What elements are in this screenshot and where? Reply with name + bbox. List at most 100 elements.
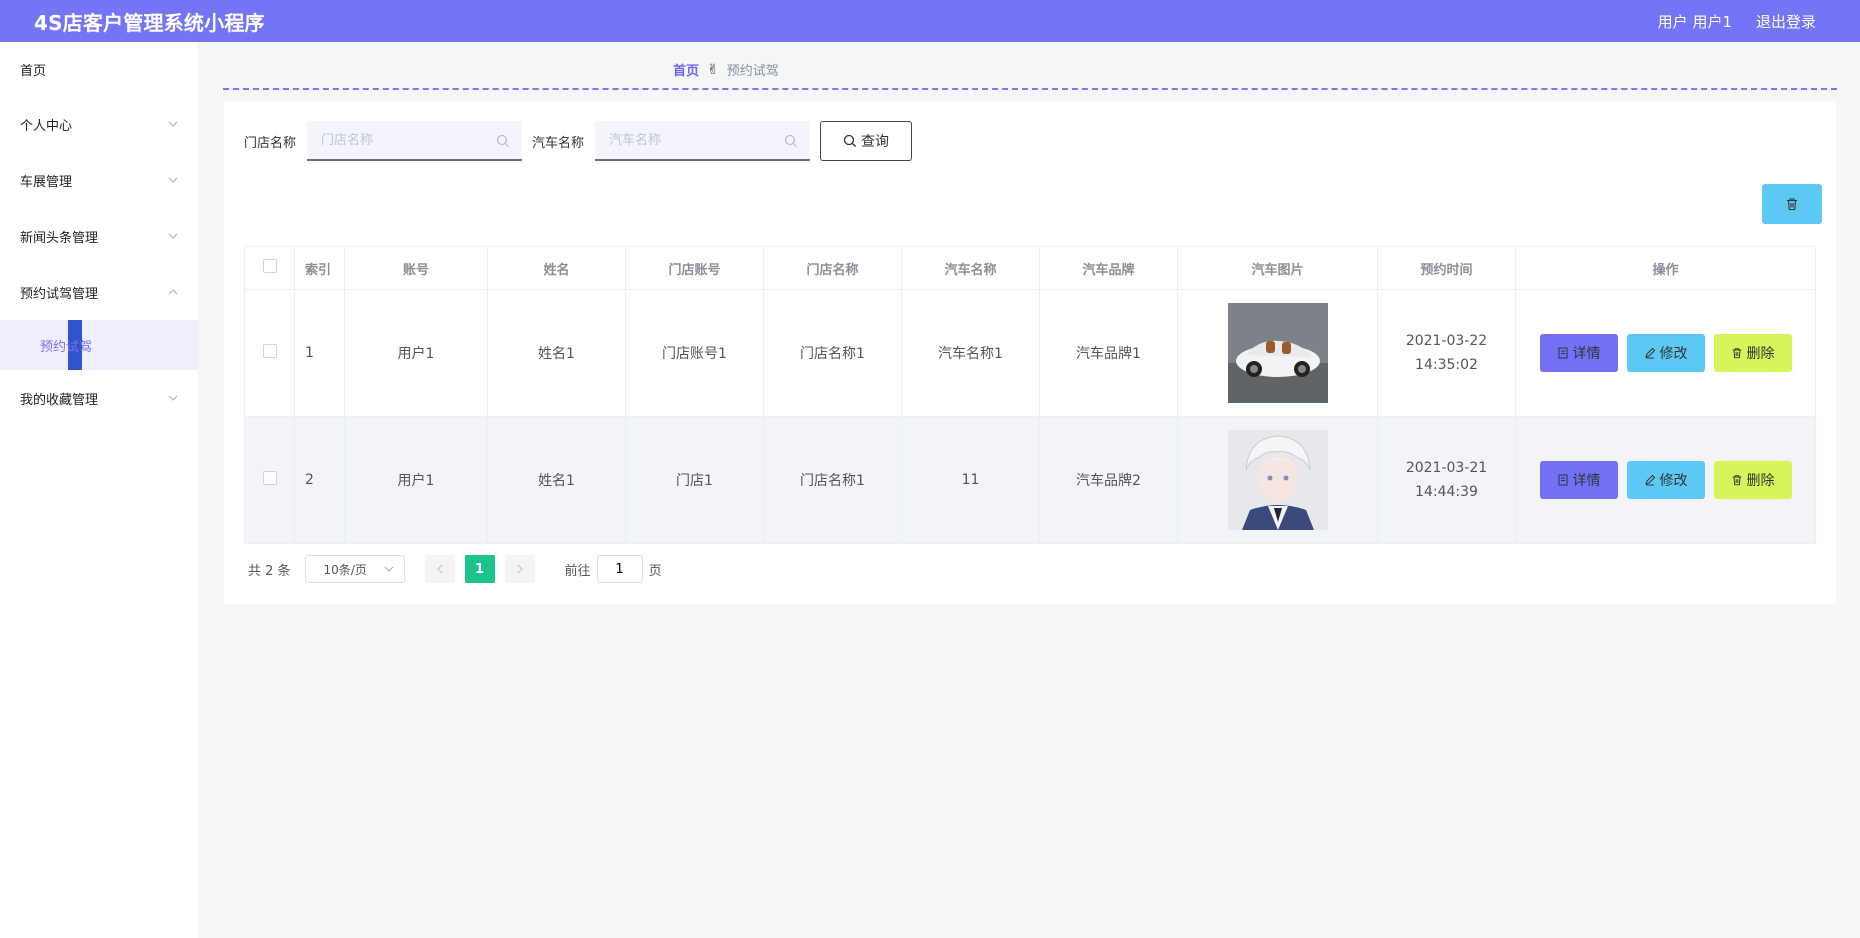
goto-suffix: 页 bbox=[648, 563, 662, 579]
store-name-input[interactable] bbox=[321, 132, 492, 148]
edit-button[interactable]: 修改 bbox=[1626, 334, 1705, 372]
cell-brand: 汽车品牌2 bbox=[1039, 416, 1178, 544]
car-image[interactable] bbox=[1227, 430, 1328, 530]
header-store-account: 门店账号 bbox=[625, 246, 764, 290]
batch-delete-button[interactable] bbox=[1762, 184, 1822, 224]
chevron-down-icon bbox=[168, 233, 178, 239]
sidebar-item-home[interactable]: 首页 bbox=[0, 42, 198, 96]
cell-index: 2 bbox=[294, 416, 345, 544]
edit-button-label: 修改 bbox=[1659, 346, 1688, 362]
cell-account: 用户1 bbox=[344, 289, 488, 417]
divider bbox=[223, 88, 1837, 90]
delete-button-label: 删除 bbox=[1746, 346, 1775, 362]
table-row: 2 用户1 姓名1 门店1 门店名称1 11 汽车品牌2 2021-03-21 … bbox=[244, 416, 1816, 544]
app-title: 4S店客户管理系统小程序 bbox=[34, 10, 265, 35]
sidebar-item-test-drive[interactable]: 预约试驾管理 bbox=[0, 264, 198, 320]
table-header-row: 索引 账号 姓名 门店账号 门店名称 汽车名称 汽车品牌 汽车图片 预约时间 操… bbox=[244, 246, 1816, 290]
sidebar-item-label: 预约试驾管理 bbox=[20, 286, 99, 302]
chevron-down-icon bbox=[384, 566, 393, 572]
car-name-input[interactable] bbox=[609, 132, 780, 148]
sidebar-item-news[interactable]: 新闻头条管理 bbox=[0, 208, 198, 264]
hand-icon: ✌ bbox=[707, 61, 719, 78]
search-icon bbox=[496, 134, 509, 147]
sidebar-item-label: 新闻头条管理 bbox=[20, 230, 99, 246]
search-icon bbox=[784, 134, 797, 147]
header-index: 索引 bbox=[294, 246, 345, 290]
car-name-label: 汽车名称 bbox=[532, 135, 585, 151]
next-page-button[interactable] bbox=[504, 555, 535, 583]
header-store-name: 门店名称 bbox=[763, 246, 902, 290]
cell-car-name: 汽车名称1 bbox=[901, 289, 1040, 417]
pencil-icon bbox=[1644, 474, 1655, 486]
cell-car-image bbox=[1177, 289, 1378, 417]
sidebar-item-personal-center[interactable]: 个人中心 bbox=[0, 96, 198, 152]
header-time: 预约时间 bbox=[1377, 246, 1516, 290]
breadcrumb-current: 预约试驾 bbox=[726, 64, 779, 79]
page-size-select[interactable]: 10条/页 bbox=[304, 555, 405, 583]
header-car-image: 汽车图片 bbox=[1177, 246, 1378, 290]
chevron-up-icon bbox=[168, 289, 178, 295]
document-icon bbox=[1558, 347, 1567, 359]
sidebar-item-label: 我的收藏管理 bbox=[20, 392, 99, 408]
edit-button-label: 修改 bbox=[1659, 473, 1688, 489]
sidebar-subitem-test-drive[interactable]: 预约试驾 bbox=[0, 320, 198, 370]
cell-store-account: 门店账号1 bbox=[625, 289, 764, 417]
prev-page-button[interactable] bbox=[424, 555, 455, 583]
search-row: 门店名称 汽车名称 查询 bbox=[244, 121, 913, 161]
query-button-label: 查询 bbox=[861, 134, 890, 150]
detail-button-label: 详情 bbox=[1572, 346, 1601, 362]
sidebar-item-label: 车展管理 bbox=[20, 174, 73, 190]
row-checkbox[interactable] bbox=[262, 344, 277, 358]
pagination: 共 2 条 10条/页 1 前往 页 bbox=[248, 555, 662, 583]
detail-button[interactable]: 详情 bbox=[1539, 461, 1618, 499]
breadcrumb-home[interactable]: 首页 bbox=[673, 60, 699, 79]
cell-car-image bbox=[1177, 416, 1378, 544]
cell-car-name: 11 bbox=[901, 416, 1040, 544]
page-number-current[interactable]: 1 bbox=[464, 555, 495, 583]
content-card: 门店名称 汽车名称 查询 索引 账号 姓名 门店账号 门店名称 汽车名称 bbox=[224, 101, 1836, 604]
search-icon bbox=[843, 134, 856, 147]
header-brand: 汽车品牌 bbox=[1039, 246, 1178, 290]
header-car-name: 汽车名称 bbox=[901, 246, 1040, 290]
cell-name: 姓名1 bbox=[487, 416, 626, 544]
current-user-label: 用户 用户1 bbox=[1657, 12, 1732, 31]
detail-button-label: 详情 bbox=[1572, 473, 1601, 489]
row-checkbox[interactable] bbox=[262, 471, 277, 485]
trash-icon bbox=[1787, 198, 1797, 211]
goto-prefix: 前往 bbox=[564, 563, 591, 579]
select-all-checkbox[interactable] bbox=[262, 259, 277, 273]
cell-index: 1 bbox=[294, 289, 345, 417]
table-row: 1 用户1 姓名1 门店账号1 门店名称1 汽车名称1 汽车品牌1 2021-0… bbox=[244, 289, 1816, 417]
page-size-value: 10条/页 bbox=[323, 562, 367, 577]
car-image[interactable] bbox=[1227, 303, 1328, 403]
document-icon bbox=[1558, 474, 1567, 486]
logout-link[interactable]: 退出登录 bbox=[1756, 11, 1816, 32]
delete-button[interactable]: 删除 bbox=[1713, 461, 1792, 499]
cell-account: 用户1 bbox=[344, 416, 488, 544]
sidebar: 首页 个人中心 车展管理 新闻头条管理 预约试驾管理 预约试驾 我的收藏管理 bbox=[0, 42, 198, 938]
top-bar: 4S店客户管理系统小程序 用户 用户1 退出登录 bbox=[0, 0, 1860, 42]
sidebar-item-label: 首页 bbox=[20, 63, 47, 79]
delete-button[interactable]: 删除 bbox=[1713, 334, 1792, 372]
chevron-left-icon bbox=[436, 564, 442, 574]
cell-brand: 汽车品牌1 bbox=[1039, 289, 1178, 417]
sidebar-item-favorites[interactable]: 我的收藏管理 bbox=[0, 370, 198, 426]
chevron-right-icon bbox=[517, 564, 523, 574]
breadcrumb: 首页 ✌ 预约试驾 bbox=[673, 60, 779, 80]
test-drive-table: 索引 账号 姓名 门店账号 门店名称 汽车名称 汽车品牌 汽车图片 预约时间 操… bbox=[244, 246, 1816, 544]
header-account: 账号 bbox=[344, 246, 488, 290]
sidebar-item-label: 个人中心 bbox=[20, 118, 73, 134]
cell-time: 2021-03-22 14:35:02 bbox=[1377, 289, 1516, 417]
cell-store-name: 门店名称1 bbox=[763, 416, 902, 544]
detail-button[interactable]: 详情 bbox=[1539, 334, 1618, 372]
cell-actions: 详情 修改 删除 bbox=[1515, 289, 1816, 417]
sidebar-item-car-show[interactable]: 车展管理 bbox=[0, 152, 198, 208]
edit-button[interactable]: 修改 bbox=[1626, 461, 1705, 499]
cell-store-name: 门店名称1 bbox=[763, 289, 902, 417]
row-select-cell bbox=[244, 289, 295, 417]
query-button[interactable]: 查询 bbox=[820, 121, 913, 161]
cell-actions: 详情 修改 删除 bbox=[1515, 416, 1816, 544]
goto-page-input[interactable] bbox=[596, 555, 643, 583]
cell-name: 姓名1 bbox=[487, 289, 626, 417]
row-select-cell bbox=[244, 416, 295, 544]
